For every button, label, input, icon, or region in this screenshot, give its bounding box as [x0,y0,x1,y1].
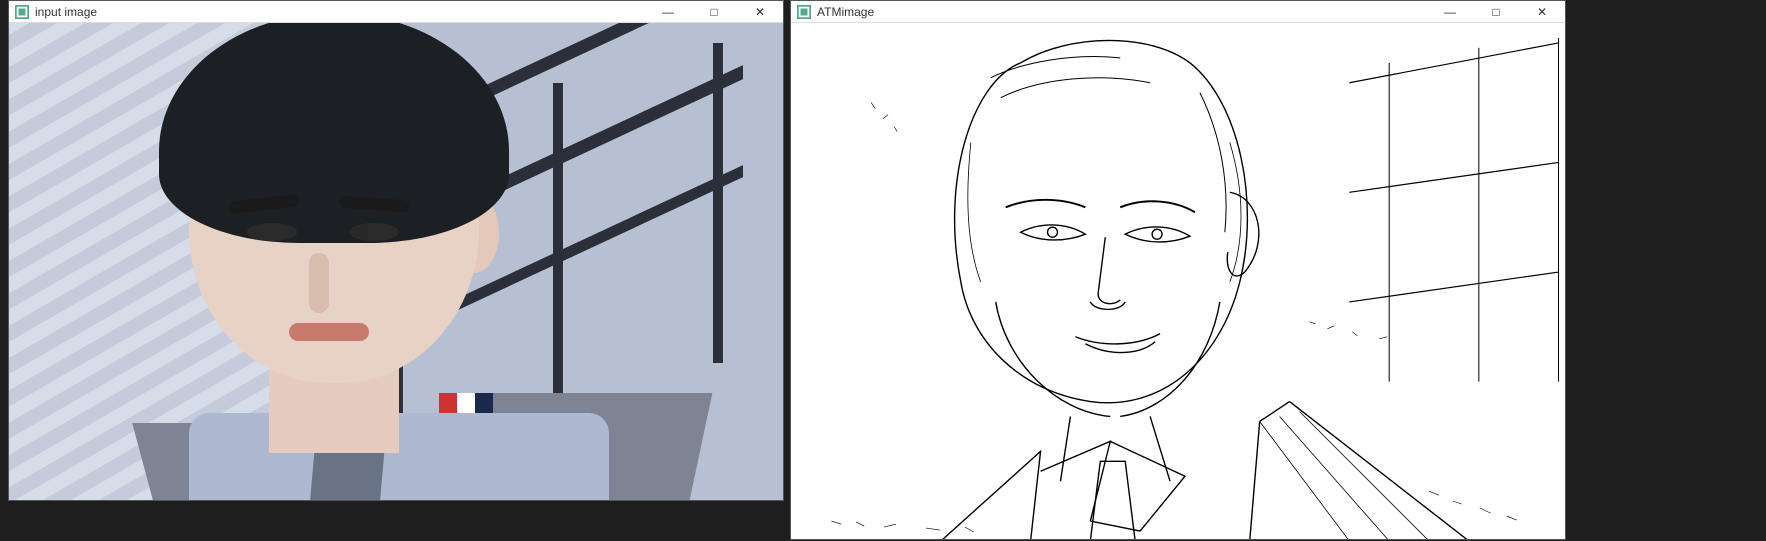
maximize-icon: □ [710,5,717,19]
window-title: input image [35,5,645,19]
minimize-icon: — [662,5,674,19]
opencv-window-icon [15,5,29,19]
window-controls: — □ ✕ [645,1,783,22]
window-input-image: input image — □ ✕ [8,0,784,501]
close-icon: ✕ [755,5,765,19]
window-title: ATMimage [817,5,1427,19]
minimize-button[interactable]: — [1427,1,1473,22]
image-viewport [9,23,783,500]
maximize-button[interactable]: □ [691,1,737,22]
image-viewport [791,23,1565,539]
minimize-button[interactable]: — [645,1,691,22]
edge-map-portrait [791,23,1565,539]
close-button[interactable]: ✕ [737,1,783,22]
maximize-icon: □ [1492,5,1499,19]
opencv-window-icon [797,5,811,19]
minimize-icon: — [1444,5,1456,19]
photo-portrait [9,23,783,500]
maximize-button[interactable]: □ [1473,1,1519,22]
titlebar[interactable]: ATMimage — □ ✕ [791,1,1565,23]
window-controls: — □ ✕ [1427,1,1565,22]
titlebar[interactable]: input image — □ ✕ [9,1,783,23]
close-button[interactable]: ✕ [1519,1,1565,22]
close-icon: ✕ [1537,5,1547,19]
window-atm-image: ATMimage — □ ✕ [790,0,1566,540]
